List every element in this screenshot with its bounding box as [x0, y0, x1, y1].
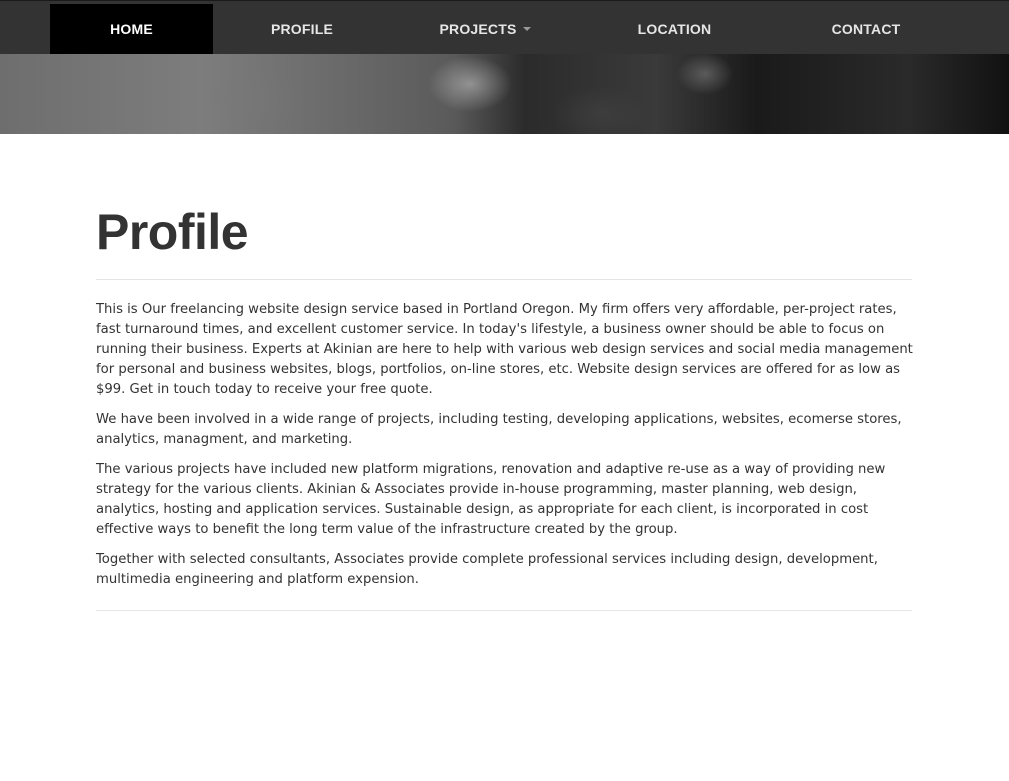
- caret-down-icon: [522, 27, 531, 32]
- nav-projects[interactable]: PROJECTS: [391, 4, 579, 54]
- profile-content: This is Our freelancing website design s…: [96, 300, 914, 600]
- page-title: Profile: [96, 204, 249, 260]
- content-bottom-divider: [96, 610, 912, 611]
- nav-projects-label: PROJECTS: [439, 21, 517, 37]
- nav-contact-label: CONTACT: [831, 21, 901, 37]
- hero-banner-image: [0, 54, 1009, 134]
- nav-home-label: HOME: [110, 21, 153, 37]
- nav-profile-label: PROFILE: [270, 21, 334, 37]
- nav-location[interactable]: LOCATION: [579, 4, 770, 54]
- paragraph-intro: This is Our freelancing website design s…: [96, 302, 913, 397]
- top-navbar: HOME PROFILE PROJECTS LOCATION CONTACT: [0, 0, 1009, 54]
- title-divider: [96, 279, 912, 280]
- nav-home[interactable]: HOME: [50, 4, 213, 54]
- nav-profile[interactable]: PROFILE: [213, 4, 391, 54]
- paragraph-services: The various projects have included new p…: [96, 462, 886, 537]
- nav-contact[interactable]: CONTACT: [770, 4, 962, 54]
- paragraph-projects-range: We have been involved in a wide range of…: [96, 412, 902, 447]
- paragraph-consultants: Together with selected consultants, Asso…: [96, 552, 878, 587]
- nav-location-label: LOCATION: [637, 21, 712, 37]
